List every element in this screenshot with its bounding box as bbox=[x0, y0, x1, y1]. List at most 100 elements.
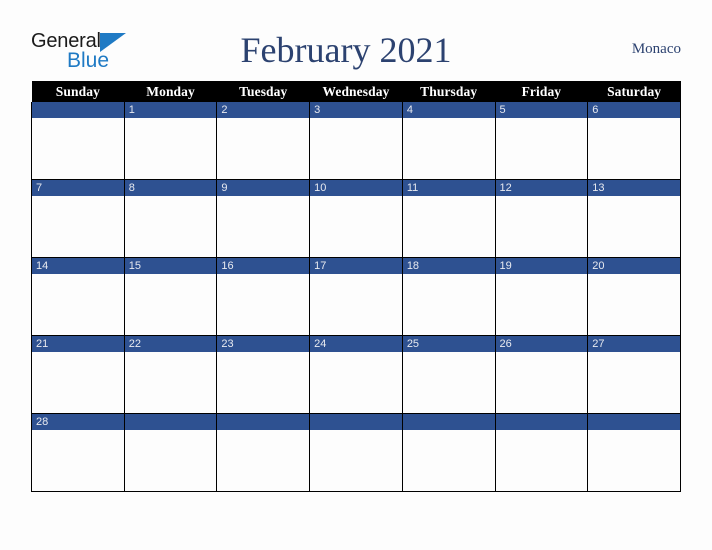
day-events-area[interactable] bbox=[310, 118, 402, 179]
calendar-day-cell[interactable]: 8 bbox=[123, 179, 218, 258]
calendar-day-cell[interactable]: 3 bbox=[309, 102, 403, 180]
day-events-area[interactable] bbox=[310, 430, 402, 491]
day-number: 11 bbox=[402, 180, 495, 196]
day-number: 9 bbox=[217, 180, 310, 196]
weekday-header-row: Sunday Monday Tuesday Wednesday Thursday… bbox=[31, 81, 681, 102]
calendar-day-cell[interactable]: 24 bbox=[309, 335, 403, 414]
calendar-day-cell[interactable]: 20 bbox=[587, 257, 681, 336]
day-events-area[interactable] bbox=[402, 352, 495, 413]
brand-logo[interactable]: General Blue bbox=[31, 28, 151, 72]
calendar-week-row: 14 15 16 17 18 19 20 bbox=[31, 257, 681, 336]
calendar-day-cell[interactable]: 22 bbox=[123, 335, 218, 414]
calendar-day-cell[interactable]: 11 bbox=[401, 179, 496, 258]
day-number bbox=[32, 102, 124, 118]
calendar-day-cell[interactable]: 23 bbox=[216, 335, 311, 414]
calendar-day-cell[interactable]: 21 bbox=[31, 335, 125, 414]
calendar-day-cell[interactable] bbox=[401, 413, 496, 492]
day-events-area[interactable] bbox=[495, 196, 588, 257]
day-events-area[interactable] bbox=[495, 430, 588, 491]
calendar-day-cell[interactable]: 16 bbox=[216, 257, 311, 336]
day-number: 7 bbox=[32, 180, 124, 196]
calendar-day-cell[interactable] bbox=[216, 413, 311, 492]
day-number: 2 bbox=[217, 102, 310, 118]
weekday-header-thursday: Thursday bbox=[402, 81, 496, 102]
day-events-area[interactable] bbox=[588, 274, 680, 335]
day-events-area[interactable] bbox=[32, 118, 124, 179]
calendar-week-row: 7 8 9 10 11 12 13 bbox=[31, 179, 681, 258]
day-number: 26 bbox=[495, 336, 588, 352]
calendar-page: General Blue February 2021 Monaco Sunday… bbox=[0, 0, 712, 550]
weekday-header-wednesday: Wednesday bbox=[309, 81, 403, 102]
weekday-header-tuesday: Tuesday bbox=[216, 81, 310, 102]
day-events-area[interactable] bbox=[495, 274, 588, 335]
calendar-week-row: 1 2 3 4 5 6 bbox=[31, 102, 681, 180]
calendar-day-cell[interactable]: 4 bbox=[401, 102, 496, 180]
calendar-day-cell[interactable]: 18 bbox=[401, 257, 496, 336]
day-events-area[interactable] bbox=[310, 196, 402, 257]
day-events-area[interactable] bbox=[124, 352, 217, 413]
calendar-day-cell[interactable]: 25 bbox=[401, 335, 496, 414]
day-events-area[interactable] bbox=[32, 196, 124, 257]
calendar-day-cell[interactable]: 28 bbox=[31, 413, 125, 492]
day-events-area[interactable] bbox=[402, 196, 495, 257]
calendar-day-cell[interactable]: 6 bbox=[587, 102, 681, 180]
calendar-day-cell[interactable]: 17 bbox=[309, 257, 403, 336]
day-events-area[interactable] bbox=[495, 352, 588, 413]
brand-name-general: General bbox=[31, 30, 101, 52]
calendar-day-cell[interactable]: 13 bbox=[587, 179, 681, 258]
day-events-area[interactable] bbox=[588, 118, 680, 179]
day-events-area[interactable] bbox=[217, 118, 310, 179]
calendar-day-cell[interactable] bbox=[31, 102, 125, 180]
day-events-area[interactable] bbox=[310, 352, 402, 413]
day-events-area[interactable] bbox=[217, 352, 310, 413]
day-number: 4 bbox=[402, 102, 495, 118]
day-events-area[interactable] bbox=[495, 118, 588, 179]
day-events-area[interactable] bbox=[124, 118, 217, 179]
calendar-day-cell[interactable]: 26 bbox=[494, 335, 589, 414]
weekday-header-friday: Friday bbox=[495, 81, 588, 102]
calendar-day-cell[interactable]: 9 bbox=[216, 179, 311, 258]
day-number: 16 bbox=[217, 258, 310, 274]
day-events-area[interactable] bbox=[588, 430, 680, 491]
weekday-header-monday: Monday bbox=[124, 81, 217, 102]
locale-label: Monaco bbox=[631, 41, 681, 57]
calendar-day-cell[interactable]: 27 bbox=[587, 335, 681, 414]
calendar-day-cell[interactable] bbox=[587, 413, 681, 492]
calendar-day-cell[interactable]: 19 bbox=[494, 257, 589, 336]
calendar-day-cell[interactable]: 10 bbox=[309, 179, 403, 258]
day-events-area[interactable] bbox=[32, 430, 124, 491]
day-events-area[interactable] bbox=[588, 196, 680, 257]
day-events-area[interactable] bbox=[124, 430, 217, 491]
page-header: General Blue February 2021 Monaco bbox=[31, 22, 681, 78]
day-events-area[interactable] bbox=[32, 352, 124, 413]
weekday-header-saturday: Saturday bbox=[587, 81, 681, 102]
calendar-day-cell[interactable]: 15 bbox=[123, 257, 218, 336]
day-number: 13 bbox=[588, 180, 680, 196]
day-events-area[interactable] bbox=[217, 430, 310, 491]
day-number: 28 bbox=[32, 414, 124, 430]
day-events-area[interactable] bbox=[217, 196, 310, 257]
calendar-day-cell[interactable]: 12 bbox=[494, 179, 589, 258]
calendar-day-cell[interactable]: 1 bbox=[123, 102, 218, 180]
day-number: 15 bbox=[124, 258, 217, 274]
calendar-day-cell[interactable]: 14 bbox=[31, 257, 125, 336]
calendar-day-cell[interactable]: 5 bbox=[494, 102, 589, 180]
day-events-area[interactable] bbox=[402, 274, 495, 335]
day-events-area[interactable] bbox=[124, 274, 217, 335]
day-events-area[interactable] bbox=[124, 196, 217, 257]
day-number: 3 bbox=[310, 102, 402, 118]
calendar-day-cell[interactable] bbox=[494, 413, 589, 492]
day-events-area[interactable] bbox=[310, 274, 402, 335]
day-events-area[interactable] bbox=[402, 430, 495, 491]
calendar-day-cell[interactable] bbox=[123, 413, 218, 492]
day-events-area[interactable] bbox=[217, 274, 310, 335]
day-number: 5 bbox=[495, 102, 588, 118]
calendar-day-cell[interactable] bbox=[309, 413, 403, 492]
day-number: 1 bbox=[124, 102, 217, 118]
calendar-day-cell[interactable]: 7 bbox=[31, 179, 125, 258]
day-events-area[interactable] bbox=[588, 352, 680, 413]
day-events-area[interactable] bbox=[402, 118, 495, 179]
calendar-day-cell[interactable]: 2 bbox=[216, 102, 311, 180]
day-events-area[interactable] bbox=[32, 274, 124, 335]
day-number: 19 bbox=[495, 258, 588, 274]
